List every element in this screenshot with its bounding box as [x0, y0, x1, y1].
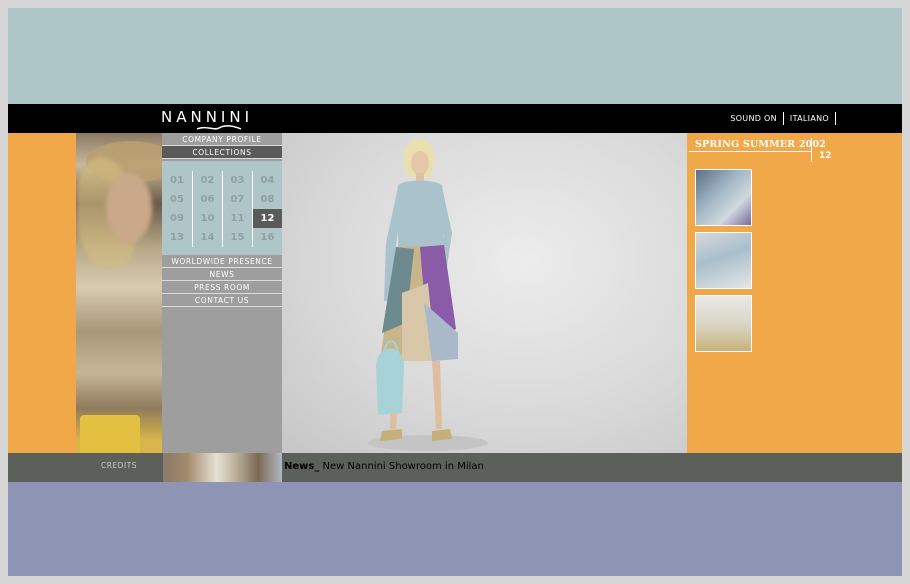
collection-grid-panel: 01 02 03 04 05 06 07 08 09 10 11 12 13 1…: [162, 161, 282, 255]
nav-company-profile[interactable]: COMPANY PROFILE: [162, 133, 282, 146]
footer-bar: CREDITS News_ New Nannini Showroom in Mi…: [8, 453, 902, 482]
collection-cell[interactable]: 16: [252, 228, 282, 247]
brand-logo[interactable]: NANNINI: [161, 108, 283, 126]
season-underline: [689, 151, 811, 152]
collection-cell[interactable]: 10: [192, 209, 222, 228]
nav-collections[interactable]: COLLECTIONS: [162, 146, 282, 159]
grid-row: 09 10 11 12: [162, 209, 282, 228]
collection-cell[interactable]: 09: [162, 209, 192, 228]
grid-row: 13 14 15 16: [162, 228, 282, 247]
collection-cell[interactable]: 07: [222, 190, 252, 209]
nav-lower-links: WORLDWIDE PRESENCE NEWS PRESS ROOM CONTA…: [162, 255, 282, 307]
news-headline: New Nannini Showroom in Milan: [322, 461, 484, 472]
footer-accessories-photo: [163, 453, 282, 482]
news-label: News_: [284, 461, 320, 472]
collection-cell[interactable]: 03: [222, 171, 252, 190]
nav-press-room[interactable]: PRESS ROOM: [162, 281, 282, 294]
page-frame: NANNINI SOUND ON ITALIANO COMPANY PROFIL…: [8, 8, 902, 576]
model-figure: [368, 139, 488, 451]
collection-number-grid: 01 02 03 04 05 06 07 08 09 10 11 12 13 1…: [162, 171, 282, 247]
nav-contact-us[interactable]: CONTACT US: [162, 294, 282, 307]
collection-cell[interactable]: 02: [192, 171, 222, 190]
grid-row: 01 02 03 04: [162, 171, 282, 190]
collection-cell-active[interactable]: 12: [252, 209, 282, 228]
bottom-color-band: [8, 482, 902, 576]
collection-cell[interactable]: 06: [192, 190, 222, 209]
top-color-band: [8, 8, 902, 104]
collection-cell[interactable]: 08: [252, 190, 282, 209]
credits-link[interactable]: CREDITS: [101, 461, 137, 470]
side-model-photo: [76, 133, 162, 453]
nav-news[interactable]: NEWS: [162, 268, 282, 281]
collection-number: 12: [819, 151, 832, 161]
thumbnail-top[interactable]: [695, 232, 752, 289]
logo-wave-icon: [196, 125, 242, 130]
collection-cell[interactable]: 01: [162, 171, 192, 190]
thumbnail-bag[interactable]: [695, 169, 752, 226]
sound-toggle-link[interactable]: SOUND ON: [724, 112, 784, 125]
language-link[interactable]: ITALIANO: [784, 112, 836, 125]
main-content: COMPANY PROFILE COLLECTIONS 01 02 03 04 …: [8, 133, 902, 453]
collection-cell[interactable]: 13: [162, 228, 192, 247]
collection-sidebar: SPRING SUMMER 2002 12: [687, 133, 902, 453]
news-ticker[interactable]: News_ New Nannini Showroom in Milan: [284, 461, 484, 472]
main-model-photo: [282, 133, 687, 453]
season-divider: [811, 138, 812, 162]
header-links: SOUND ON ITALIANO: [724, 112, 836, 125]
side-navigation: COMPANY PROFILE COLLECTIONS 01 02 03 04 …: [162, 133, 282, 453]
grid-row: 05 06 07 08: [162, 190, 282, 209]
collection-cell[interactable]: 11: [222, 209, 252, 228]
nav-worldwide-presence[interactable]: WORLDWIDE PRESENCE: [162, 255, 282, 268]
thumbnail-shoe[interactable]: [695, 295, 752, 352]
collection-cell[interactable]: 14: [192, 228, 222, 247]
collection-cell[interactable]: 04: [252, 171, 282, 190]
collection-cell[interactable]: 05: [162, 190, 192, 209]
season-title: SPRING SUMMER 2002: [695, 139, 827, 150]
collection-cell[interactable]: 15: [222, 228, 252, 247]
